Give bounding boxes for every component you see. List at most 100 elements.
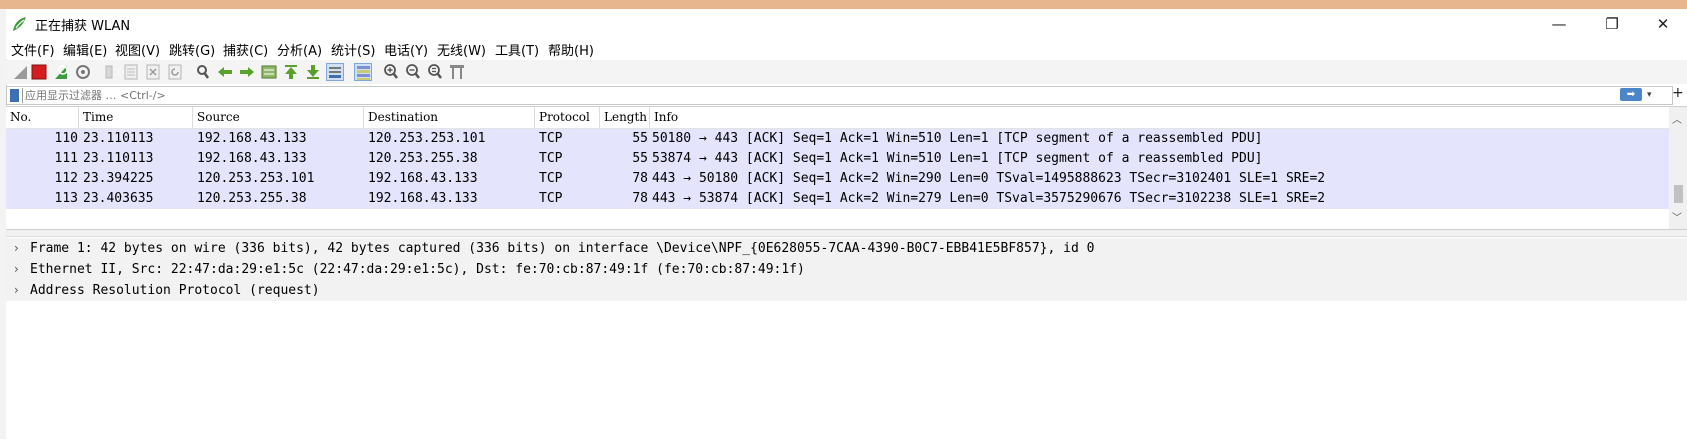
column-header-length[interactable]: Length <box>600 107 650 128</box>
colorize-icon[interactable] <box>354 63 372 81</box>
detail-text: Ethernet II, Src: 22:47:da:29:e1:5c (22:… <box>30 262 805 277</box>
apply-filter-button[interactable]: ➡ <box>1620 88 1642 101</box>
packet-row[interactable]: 113 23.403635 120.253.255.38 192.168.43.… <box>6 189 1669 209</box>
title-bar[interactable]: 正在捕获 WLAN — ❐ ✕ <box>6 9 1687 39</box>
zoom-out-icon[interactable] <box>404 63 422 81</box>
detail-row-arp[interactable]: › Address Resolution Protocol (request) <box>6 280 1687 301</box>
column-header-info[interactable]: Info <box>650 107 1669 128</box>
cell-info: 53874 → 443 [ACK] Seq=1 Ack=1 Win=510 Le… <box>652 151 1263 166</box>
detail-text: Frame 1: 42 bytes on wire (336 bits), 42… <box>30 241 1095 256</box>
cell-no: 113 <box>54 191 78 206</box>
first-packet-icon[interactable] <box>282 63 300 81</box>
cell-info: 443 → 50180 [ACK] Seq=1 Ack=2 Win=290 Le… <box>652 171 1326 186</box>
menu-edit[interactable]: 编辑(E) <box>63 40 107 59</box>
reload-file-icon[interactable] <box>166 63 184 81</box>
cell-protocol: TCP <box>539 191 563 206</box>
restart-capture-icon[interactable] <box>52 63 70 81</box>
cell-time: 23.110113 <box>83 131 154 146</box>
cell-source: 120.253.255.38 <box>197 191 307 206</box>
go-forward-icon[interactable] <box>238 63 256 81</box>
cell-destination: 192.168.43.133 <box>368 171 478 186</box>
save-file-icon[interactable] <box>122 63 140 81</box>
menu-capture[interactable]: 捕获(C) <box>223 40 268 59</box>
detail-row-ethernet[interactable]: › Ethernet II, Src: 22:47:da:29:e1:5c (2… <box>6 259 1687 280</box>
detail-row-frame[interactable]: › Frame 1: 42 bytes on wire (336 bits), … <box>6 238 1687 259</box>
shark-fin-start-icon[interactable] <box>12 63 30 81</box>
chevron-down-icon: ▾ <box>1647 90 1652 100</box>
go-to-packet-icon[interactable] <box>260 63 278 81</box>
autoscroll-icon[interactable] <box>326 63 344 81</box>
cell-time: 23.110113 <box>83 151 154 166</box>
menu-help[interactable]: 帮助(H) <box>548 40 594 59</box>
close-button[interactable]: ✕ <box>1640 9 1686 39</box>
plus-icon: + <box>1672 85 1684 101</box>
cell-source: 192.168.43.133 <box>197 131 307 146</box>
last-packet-icon[interactable] <box>304 63 322 81</box>
cell-destination: 120.253.253.101 <box>368 131 486 146</box>
menu-statistics[interactable]: 统计(S) <box>331 40 375 59</box>
chevron-right-icon[interactable]: › <box>14 259 19 280</box>
find-packet-icon[interactable] <box>194 63 212 81</box>
menu-bar: 文件(F) 编辑(E) 视图(V) 跳转(G) 捕获(C) 分析(A) 统计(S… <box>6 39 1687 59</box>
arrow-right-icon: ➡ <box>1626 89 1636 100</box>
column-header-source[interactable]: Source <box>193 107 364 128</box>
scroll-up-icon[interactable]: ︿ <box>1672 111 1682 126</box>
packet-list[interactable]: No. Time Source Destination Protocol Len… <box>6 106 1687 230</box>
zoom-in-icon[interactable] <box>382 63 400 81</box>
menu-file[interactable]: 文件(F) <box>11 40 55 59</box>
column-header-destination[interactable]: Destination <box>364 107 535 128</box>
restore-icon: ❐ <box>1605 15 1619 33</box>
main-toolbar <box>6 60 1687 84</box>
menu-tools[interactable]: 工具(T) <box>495 40 539 59</box>
packet-row[interactable]: 112 23.394225 120.253.253.101 192.168.43… <box>6 169 1669 189</box>
cell-destination: 120.253.255.38 <box>368 151 478 166</box>
cell-source: 192.168.43.133 <box>197 151 307 166</box>
packet-list-scrollbar[interactable]: ︿ ﹀ <box>1669 107 1687 229</box>
chevron-right-icon[interactable]: › <box>14 238 19 259</box>
cell-protocol: TCP <box>539 171 563 186</box>
cell-source: 120.253.253.101 <box>197 171 315 186</box>
wireshark-app-icon <box>13 17 26 31</box>
close-icon: ✕ <box>1656 15 1670 33</box>
resize-columns-icon[interactable] <box>448 63 466 81</box>
packet-details: › Frame 1: 42 bytes on wire (336 bits), … <box>6 236 1687 440</box>
filter-history-dropdown[interactable]: ▾ <box>1647 87 1652 103</box>
go-back-icon[interactable] <box>216 63 234 81</box>
packet-row[interactable]: 110 23.110113 192.168.43.133 120.253.253… <box>6 129 1669 149</box>
maximize-button[interactable]: ❐ <box>1589 9 1635 39</box>
normal-size-icon[interactable] <box>426 63 444 81</box>
close-file-icon[interactable] <box>144 63 162 81</box>
minimize-button[interactable]: — <box>1536 9 1582 39</box>
open-file-icon[interactable] <box>100 63 118 81</box>
column-header-no[interactable]: No. <box>6 107 79 128</box>
cell-length: 78 <box>632 171 648 186</box>
detail-text: Address Resolution Protocol (request) <box>30 283 320 298</box>
cell-protocol: TCP <box>539 131 563 146</box>
filter-separator <box>22 88 23 103</box>
capture-options-icon[interactable] <box>74 63 92 81</box>
cell-destination: 192.168.43.133 <box>368 191 478 206</box>
cell-no: 112 <box>54 171 78 186</box>
display-filter-bar: ➡ ▾ <box>6 86 1673 105</box>
bookmark-icon[interactable] <box>10 89 19 102</box>
cell-protocol: TCP <box>539 151 563 166</box>
display-filter-input[interactable] <box>25 87 1605 103</box>
menu-wireless[interactable]: 无线(W) <box>437 40 486 59</box>
column-header-time[interactable]: Time <box>79 107 193 128</box>
scrollbar-thumb[interactable] <box>1674 185 1683 203</box>
stop-capture-icon[interactable] <box>30 63 48 81</box>
cell-no: 110 <box>54 131 78 146</box>
cell-length: 55 <box>632 151 648 166</box>
menu-go[interactable]: 跳转(G) <box>169 40 215 59</box>
minimize-icon: — <box>1551 15 1567 33</box>
column-header-protocol[interactable]: Protocol <box>535 107 600 128</box>
window-title: 正在捕获 WLAN <box>35 19 131 34</box>
chevron-right-icon[interactable]: › <box>14 280 19 301</box>
menu-telephony[interactable]: 电话(Y) <box>384 40 428 59</box>
cell-info: 443 → 53874 [ACK] Seq=1 Ack=2 Win=279 Le… <box>652 191 1326 206</box>
scroll-down-icon[interactable]: ﹀ <box>1672 209 1682 224</box>
add-filter-button[interactable]: + <box>1672 85 1684 101</box>
menu-analyze[interactable]: 分析(A) <box>277 40 322 59</box>
menu-view[interactable]: 视图(V) <box>115 40 160 59</box>
packet-row[interactable]: 111 23.110113 192.168.43.133 120.253.255… <box>6 149 1669 169</box>
